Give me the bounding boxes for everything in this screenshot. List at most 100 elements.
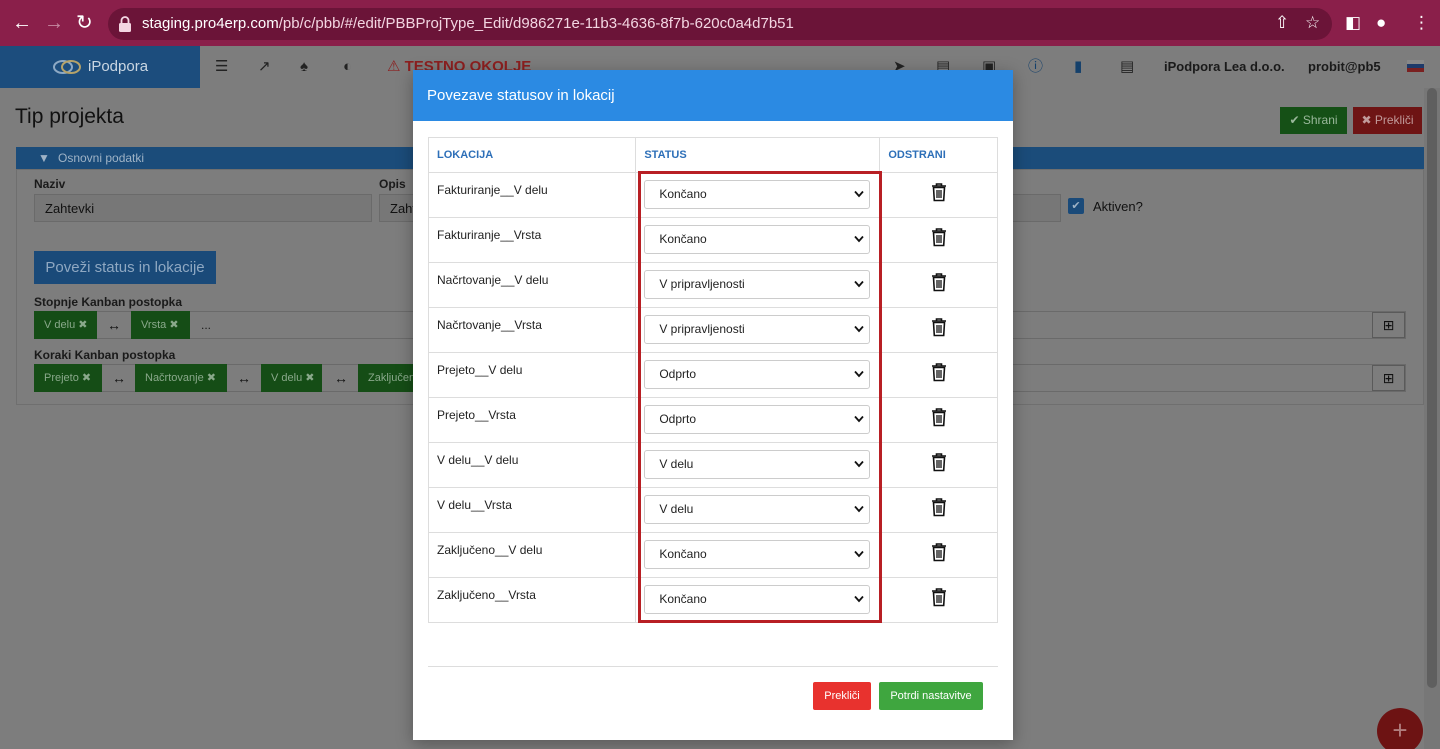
link-status-button[interactable]: Poveži status in lokacije bbox=[34, 251, 216, 284]
info-icon[interactable]: ⓘ bbox=[1028, 58, 1043, 76]
forward-icon[interactable]: → bbox=[44, 12, 64, 34]
status-select[interactable]: V pripravljenosti bbox=[644, 270, 871, 299]
trash-icon[interactable] bbox=[931, 317, 947, 337]
status-select[interactable]: V delu bbox=[644, 495, 871, 524]
trash-icon[interactable] bbox=[931, 497, 947, 517]
odstrani-cell bbox=[879, 487, 998, 533]
naziv-input[interactable]: Zahtevki bbox=[34, 194, 372, 222]
profile-icon[interactable]: ● bbox=[1376, 13, 1386, 33]
table-row: Prejeto__V delu Odprto bbox=[427, 352, 998, 398]
confirm-button[interactable]: Potrdi nastavitve bbox=[879, 682, 983, 710]
status-select[interactable]: Odprto bbox=[644, 360, 871, 389]
lokacija-cell: V delu__V delu bbox=[427, 442, 637, 488]
browser-menu-icon[interactable]: ⋮ bbox=[1413, 13, 1430, 33]
status-select[interactable]: Končano bbox=[644, 225, 871, 254]
status-select-value: Odprto bbox=[659, 367, 697, 381]
save-button-label: Shrani bbox=[1302, 113, 1338, 127]
koraki-tag-label: Zaključen bbox=[368, 372, 413, 384]
trash-icon[interactable] bbox=[931, 182, 947, 202]
koraki-label: Koraki Kanban postopka bbox=[34, 348, 176, 362]
trash-icon[interactable] bbox=[931, 272, 947, 292]
url-text: staging.pro4erp.com/pb/c/pbb/#/edit/PBBP… bbox=[142, 15, 794, 32]
floating-add-button[interactable]: + bbox=[1377, 708, 1423, 749]
stopnje-placeholder: ... bbox=[201, 318, 212, 332]
trash-icon[interactable] bbox=[931, 587, 947, 607]
scrollbar-thumb[interactable] bbox=[1427, 88, 1437, 688]
brand[interactable]: iPodpora bbox=[0, 46, 200, 88]
bookmark-star-icon[interactable]: ☆ bbox=[1305, 13, 1320, 33]
table-row: Fakturiranje__Vrsta Končano bbox=[427, 217, 998, 263]
address-bar[interactable]: staging.pro4erp.com/pb/c/pbb/#/edit/PBBP… bbox=[108, 8, 1332, 40]
trash-icon[interactable] bbox=[931, 407, 947, 427]
url-path: /pb/c/pbb/#/edit/PBBProjType_Edit/d98627… bbox=[278, 15, 794, 32]
sidebar-toggle-icon[interactable]: ◧ bbox=[1345, 13, 1361, 33]
koraki-tag[interactable]: Načrtovanje ✖ bbox=[135, 364, 227, 392]
status-select-value: V delu bbox=[659, 502, 694, 516]
table-row: Zaključeno__Vrsta Končano bbox=[427, 577, 998, 623]
lokacija-text: V delu__V delu bbox=[437, 453, 519, 467]
arrows-icon: ↔ bbox=[107, 317, 121, 333]
book-icon[interactable]: ▮ bbox=[1074, 58, 1082, 76]
contrast-icon[interactable]: ◐ bbox=[343, 58, 352, 76]
koraki-tag[interactable]: Prejeto ✖ bbox=[34, 364, 102, 392]
page-scrollbar[interactable] bbox=[1424, 88, 1440, 749]
external-link-icon[interactable]: ↗ bbox=[258, 58, 271, 76]
list-icon[interactable]: ☰ bbox=[215, 58, 228, 76]
add-stopnja-button[interactable]: ⊞ bbox=[1372, 312, 1405, 338]
koraki-tag[interactable]: Zaključen bbox=[358, 364, 413, 392]
status-select-value: V pripravljenosti bbox=[659, 277, 745, 291]
trash-icon[interactable] bbox=[931, 452, 947, 472]
odstrani-cell bbox=[879, 217, 998, 263]
trash-icon[interactable] bbox=[931, 362, 947, 382]
stopnje-tag[interactable]: V delu ✖ bbox=[34, 311, 97, 339]
back-icon[interactable]: ← bbox=[12, 12, 32, 34]
odstrani-cell bbox=[879, 532, 998, 578]
status-select-value: Končano bbox=[659, 187, 707, 201]
aktiven-checkbox[interactable]: ✔ bbox=[1068, 198, 1084, 214]
user-name[interactable]: probit@pb5 bbox=[1308, 59, 1381, 74]
document-icon[interactable]: ▤ bbox=[1120, 58, 1134, 76]
page-cancel-button[interactable]: ✖ Prekliči bbox=[1353, 107, 1422, 134]
status-location-table: LOKACIJA STATUS ODSTRANI Fakturiranje__V… bbox=[427, 137, 998, 623]
company-name[interactable]: iPodpora Lea d.o.o. bbox=[1164, 59, 1285, 74]
status-select[interactable]: V delu bbox=[644, 450, 871, 479]
chevron-down-icon bbox=[854, 235, 865, 243]
status-cell: V delu bbox=[635, 487, 881, 533]
status-select[interactable]: Končano bbox=[644, 540, 871, 569]
status-cell: Končano bbox=[635, 577, 881, 623]
column-header-status: STATUS bbox=[635, 137, 881, 173]
odstrani-cell bbox=[879, 397, 998, 443]
status-select[interactable]: Končano bbox=[644, 180, 871, 209]
odstrani-cell bbox=[879, 442, 998, 488]
status-select-value: Končano bbox=[659, 592, 707, 606]
brand-name: iPodpora bbox=[88, 58, 149, 75]
chevron-down-icon bbox=[854, 460, 865, 468]
odstrani-cell bbox=[879, 577, 998, 623]
status-select[interactable]: V pripravljenosti bbox=[644, 315, 871, 344]
trash-icon[interactable] bbox=[931, 542, 947, 562]
lokacija-cell: Zaključeno__V delu bbox=[427, 532, 637, 578]
share-icon[interactable]: ⇧ bbox=[1275, 13, 1289, 33]
stopnje-tag[interactable]: Vrsta ✖ bbox=[131, 311, 190, 339]
save-button[interactable]: ✔ Shrani bbox=[1280, 107, 1347, 134]
column-header-lokacija: LOKACIJA bbox=[427, 137, 637, 173]
language-flag-icon[interactable] bbox=[1407, 60, 1424, 72]
user-secret-icon[interactable]: ♠ bbox=[300, 58, 308, 76]
status-select-value: Končano bbox=[659, 232, 707, 246]
reload-icon[interactable]: ↻ bbox=[76, 12, 93, 34]
status-select[interactable]: Končano bbox=[644, 585, 871, 614]
section-title: Osnovni podatki bbox=[58, 151, 145, 165]
odstrani-cell bbox=[879, 262, 998, 308]
odstrani-cell bbox=[879, 172, 998, 218]
table-row: V delu__V delu V delu bbox=[427, 442, 998, 488]
trash-icon[interactable] bbox=[931, 227, 947, 247]
naziv-label: Naziv bbox=[34, 177, 66, 191]
koraki-tag[interactable]: V delu ✖ bbox=[261, 364, 322, 392]
stopnje-tag-label: V delu bbox=[44, 319, 76, 331]
lokacija-text: Načrtovanje__V delu bbox=[437, 273, 549, 287]
table-row: Prejeto__Vrsta Odprto bbox=[427, 397, 998, 443]
status-select[interactable]: Odprto bbox=[644, 405, 871, 434]
cancel-button[interactable]: Prekliči bbox=[813, 682, 871, 710]
status-cell: Odprto bbox=[635, 352, 881, 398]
add-korak-button[interactable]: ⊞ bbox=[1372, 365, 1405, 391]
